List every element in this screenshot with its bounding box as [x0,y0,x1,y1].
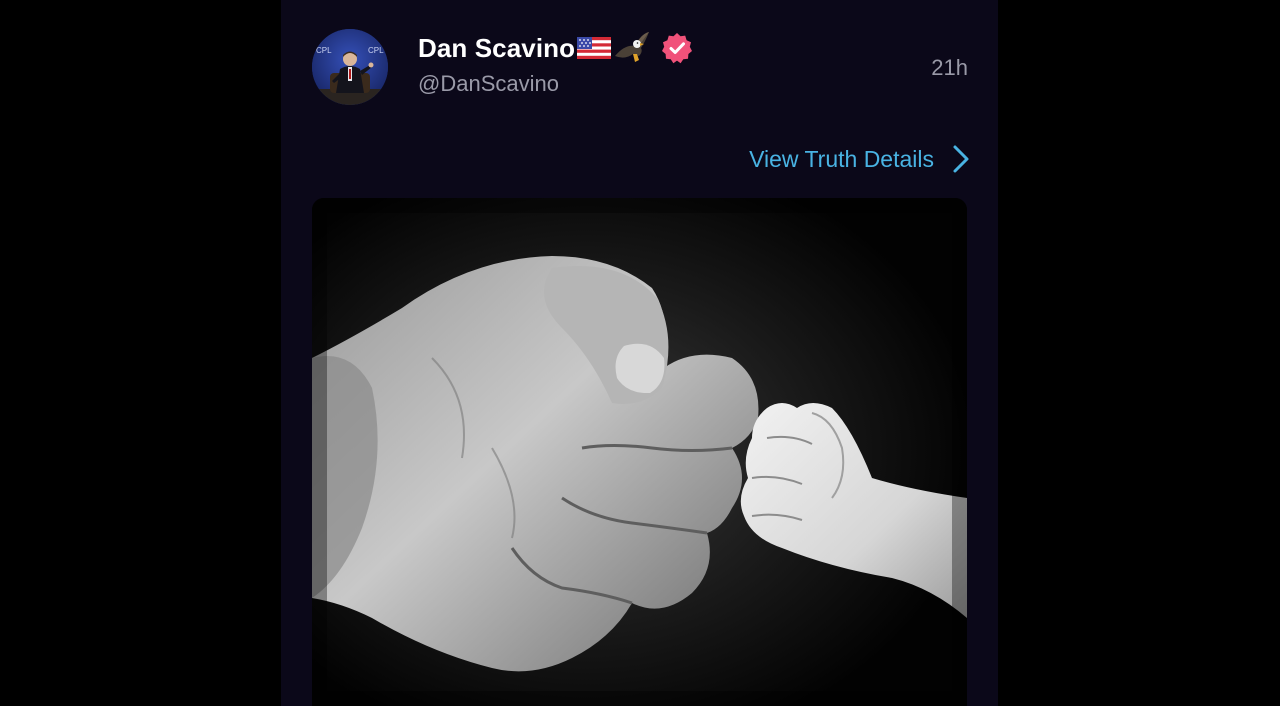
fist-bump-photo [312,198,967,706]
avatar-image: CPL CPL [312,29,388,105]
page: CPL CPL Dan Scavino @DanScavino 21h View… [0,0,1280,706]
view-truth-details-label: View Truth Details [749,145,934,172]
view-truth-details-link[interactable]: View Truth Details [749,142,970,176]
post-timestamp[interactable]: 21h [931,55,968,81]
author-display-name: Dan Scavino [418,32,576,63]
author-handle[interactable]: @DanScavino [418,71,559,97]
us-flag-icon [577,37,612,59]
truth-post-card: CPL CPL Dan Scavino @DanScavino 21h View… [281,0,998,706]
svg-text:CPL: CPL [368,46,384,55]
author-avatar[interactable]: CPL CPL [312,29,388,105]
chevron-right-icon [952,144,970,174]
post-media-image[interactable] [312,198,967,706]
svg-text:CPL: CPL [316,46,332,55]
verified-badge-icon [661,32,693,64]
eagle-icon [613,30,651,66]
author-name-row[interactable]: Dan Scavino [418,30,693,66]
